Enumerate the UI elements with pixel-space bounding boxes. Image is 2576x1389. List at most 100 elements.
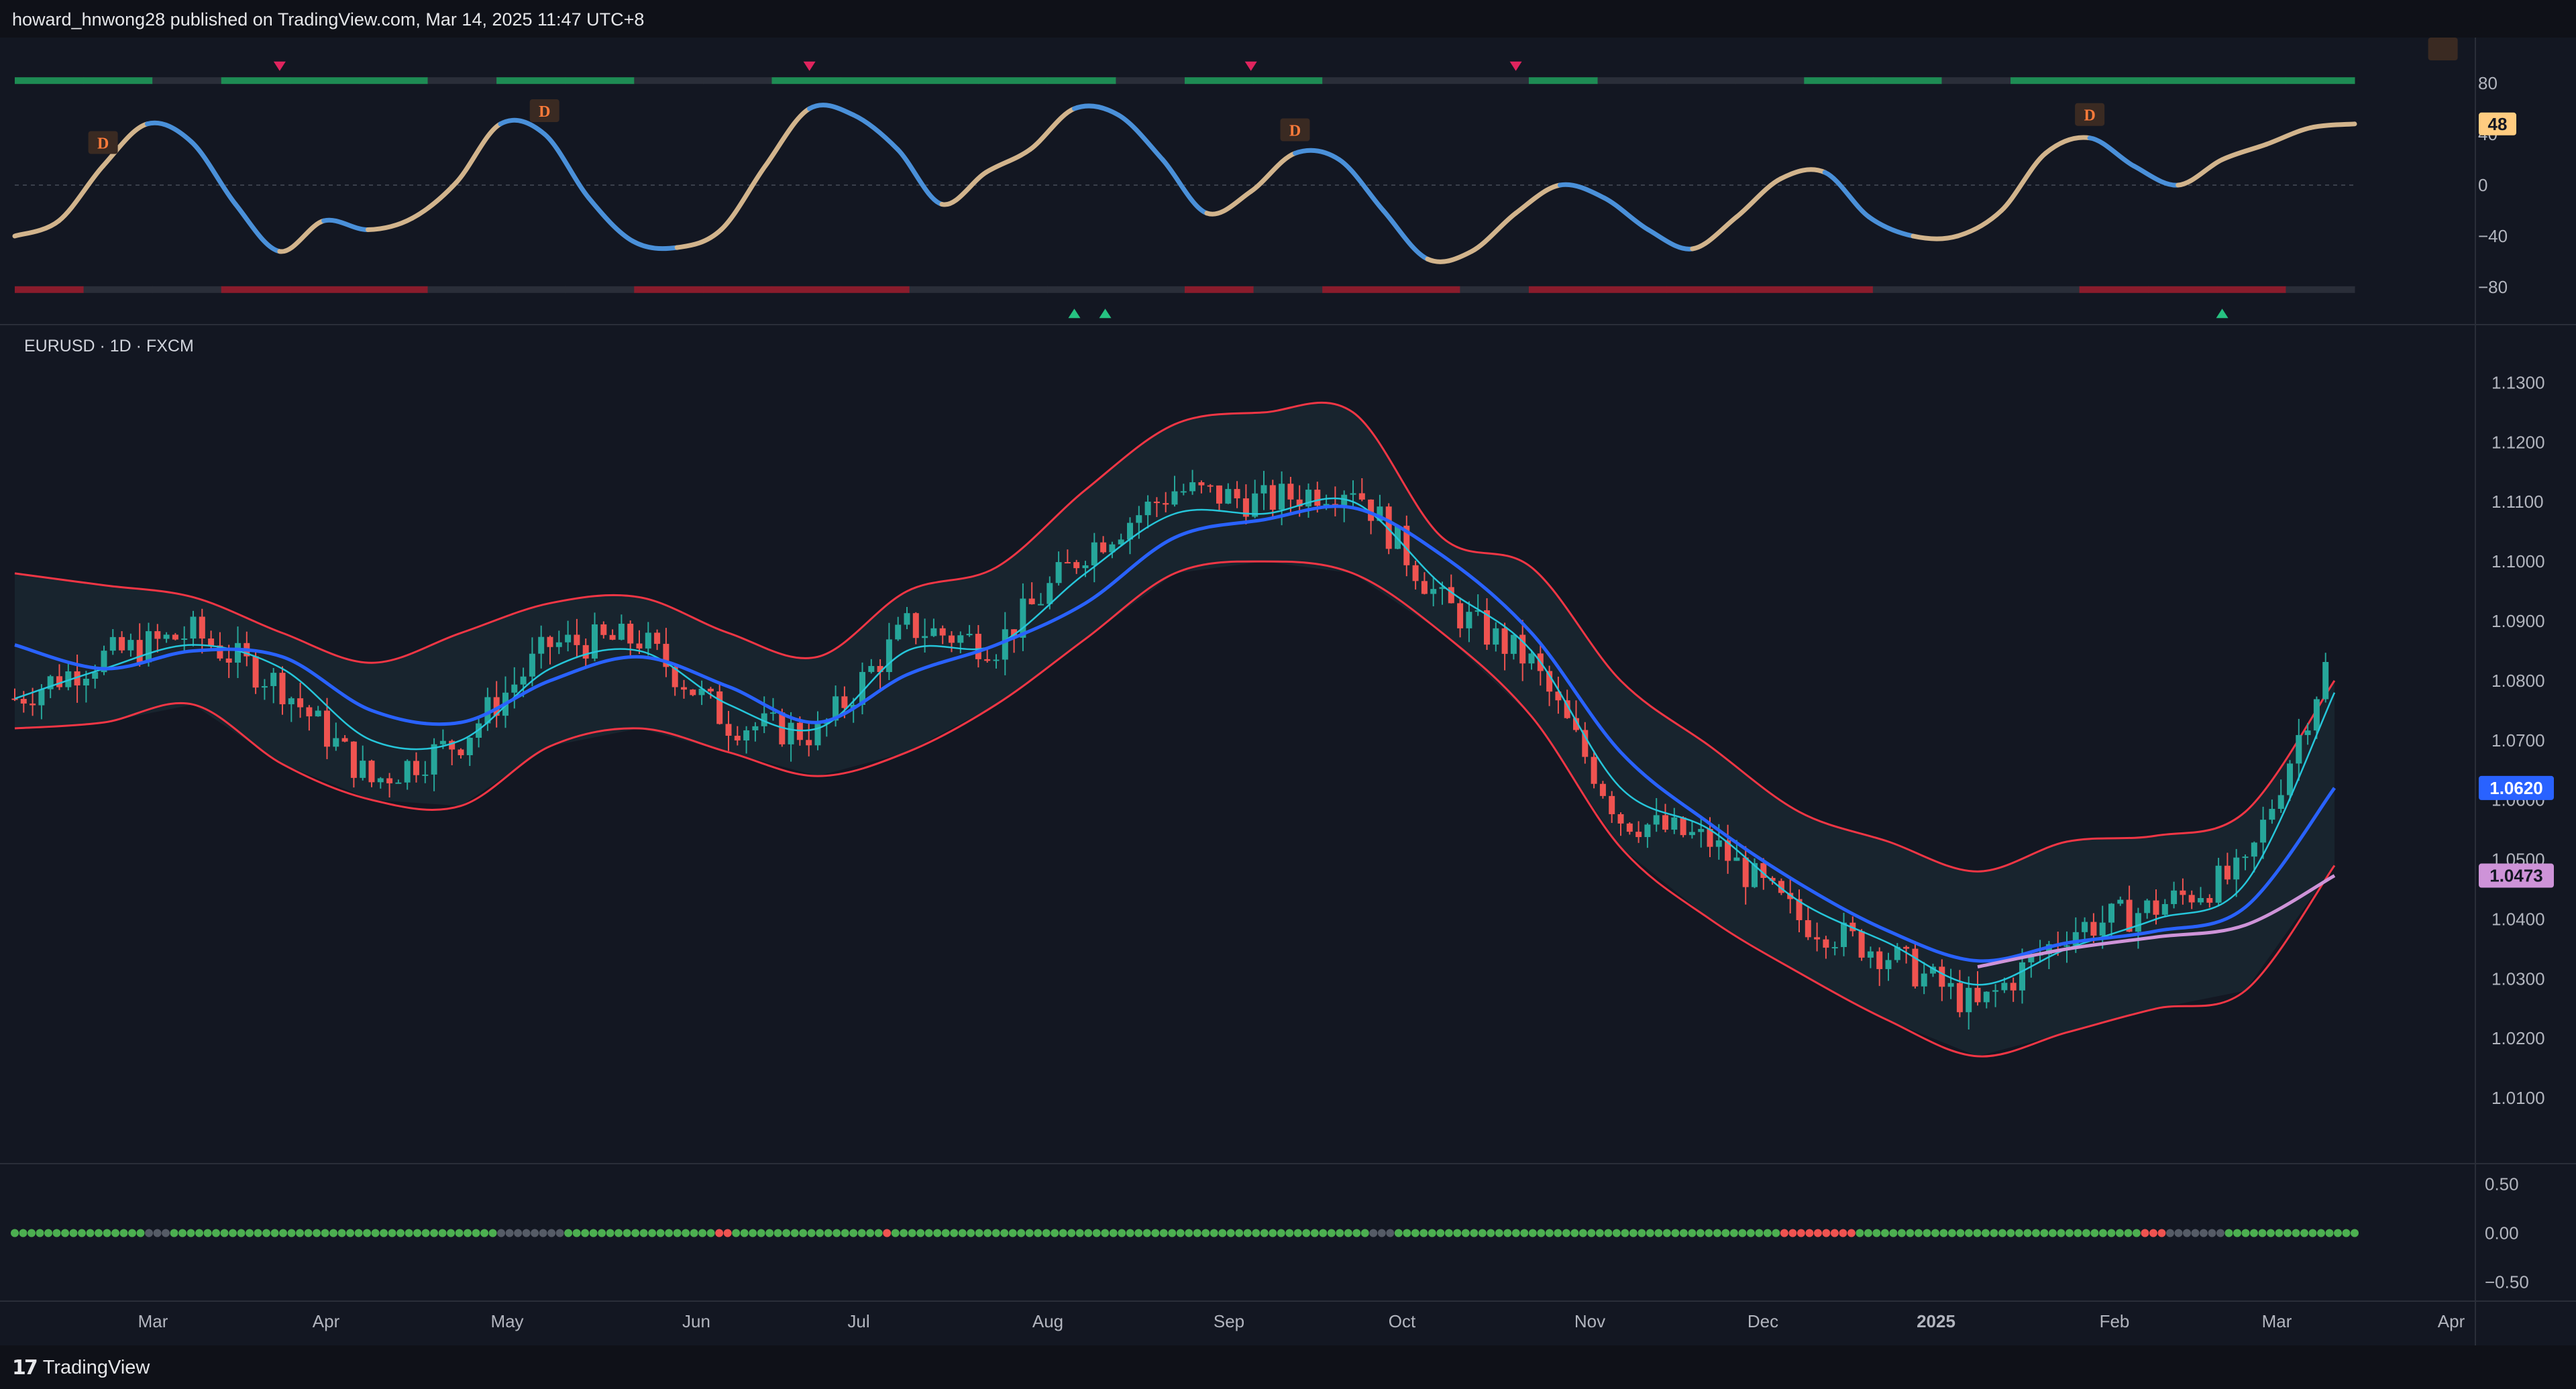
trend-dot — [304, 1229, 313, 1237]
candle-body — [582, 645, 589, 659]
trend-dot — [1075, 1229, 1084, 1237]
trend-dot — [1780, 1229, 1788, 1237]
trend-dot — [531, 1229, 539, 1237]
ob-zone-segment — [1253, 77, 1323, 85]
trend-dot — [950, 1229, 959, 1237]
trend-dot — [212, 1229, 221, 1237]
candle-body — [315, 710, 321, 717]
candle-body — [555, 642, 562, 647]
candle-body — [1064, 562, 1071, 564]
candle-body — [716, 691, 723, 724]
candle-body — [1814, 937, 1821, 940]
trend-dot — [1159, 1229, 1168, 1237]
oscillator-segment — [1160, 157, 1210, 216]
trend-dot — [740, 1229, 749, 1237]
candle-body — [30, 703, 36, 706]
trend-dot — [1310, 1229, 1319, 1237]
trend-dot — [1629, 1229, 1638, 1237]
trend-dot — [2216, 1229, 2224, 1237]
trend-dot — [1721, 1229, 1730, 1237]
candle-body — [1939, 966, 1945, 987]
trend-dot — [321, 1229, 329, 1237]
trend-dot — [1411, 1229, 1419, 1237]
candle-body — [1831, 947, 1838, 949]
trend-dot — [1487, 1229, 1495, 1237]
trend-dots-pane[interactable] — [11, 1229, 2359, 1237]
trend-dot — [1134, 1229, 1143, 1237]
trend-dot — [1990, 1229, 1998, 1237]
os-zone-segment — [152, 286, 222, 293]
oscillator-segment — [1116, 113, 1165, 162]
trend-dot — [262, 1229, 271, 1237]
candle-body — [2313, 699, 2320, 731]
oscillator-segment — [498, 117, 547, 137]
chart-canvas[interactable]: D D D D D EURUSD · 1D · FXCM Mar Apr May Jun Jul… — [0, 38, 2576, 1345]
candle-body — [2180, 890, 2186, 895]
price-pane[interactable]: EURUSD · 1D · FXCM — [11, 337, 2337, 1058]
candle-body — [1983, 991, 1990, 1003]
price-axis-tick: 1.1200 — [2491, 432, 2545, 452]
time-axis-tick: Jun — [682, 1311, 710, 1331]
tradingview-logo[interactable]: 𝟭𝟳 TradingView — [12, 1356, 150, 1380]
candle-body — [1742, 857, 1749, 887]
trend-dot — [178, 1229, 187, 1237]
os-zone-segment — [290, 286, 360, 293]
trend-dot — [497, 1229, 506, 1237]
trend-dot — [706, 1229, 715, 1237]
tradingview-brand-text: TradingView — [42, 1357, 150, 1378]
trend-dot — [2031, 1229, 2040, 1237]
candle-body — [1136, 515, 1142, 523]
candle-body — [270, 673, 277, 686]
trend-dot — [2082, 1229, 2090, 1237]
time-axis-tick: Nov — [1574, 1311, 1605, 1331]
time-axis-tick: Mar — [138, 1311, 168, 1331]
trend-dot — [1168, 1229, 1177, 1237]
candle-body — [1457, 603, 1464, 628]
trend-dot — [564, 1229, 573, 1237]
os-zone-segment — [634, 286, 704, 293]
trend-dot — [2266, 1229, 2275, 1237]
candle-body — [1688, 832, 1695, 836]
oscillator-segment — [1999, 151, 2048, 213]
time-axis[interactable]: Mar Apr May Jun Jul Aug Sep Oct Nov Dec 2025 Feb Mar… — [138, 1311, 2465, 1331]
oscillator-segment — [630, 239, 680, 252]
time-axis-tick: Dec — [1748, 1311, 1778, 1331]
ob-zone-segment — [1185, 77, 1254, 85]
trend-dot — [2275, 1229, 2284, 1237]
trend-dot — [346, 1229, 355, 1237]
candle-body — [609, 634, 616, 640]
candle-body — [1466, 612, 1472, 628]
trend-dot — [1101, 1229, 1110, 1237]
trend-dot — [153, 1229, 162, 1237]
candle-body — [1091, 542, 1097, 565]
trend-dot — [396, 1229, 405, 1237]
candle-body — [2322, 662, 2329, 700]
oscillator-pane[interactable]: D D D D D — [12, 38, 2458, 319]
trend-dot — [136, 1229, 145, 1237]
candle-body — [163, 634, 170, 639]
candle-body — [92, 672, 99, 679]
oscillator-segment — [895, 147, 945, 207]
trend-dot — [1796, 1229, 1805, 1237]
candle-body — [949, 635, 955, 643]
oscillator-segment — [718, 164, 768, 232]
os-zone-segment — [427, 286, 497, 293]
trend-dot — [405, 1229, 413, 1237]
candle-body — [1144, 501, 1151, 516]
ob-zone-segment — [2079, 77, 2149, 85]
candle-body — [885, 639, 892, 673]
time-axis-tick: Sep — [1214, 1311, 1244, 1331]
candle-body — [1617, 814, 1624, 824]
trend-dot — [883, 1229, 892, 1237]
os-zone-segment — [841, 286, 910, 293]
trend-dot — [1822, 1229, 1831, 1237]
os-zone-segment — [1735, 286, 1805, 293]
time-axis-tick: Feb — [2100, 1311, 2130, 1331]
price-axis-tick: 1.0800 — [2491, 671, 2545, 691]
candle-body — [324, 710, 330, 747]
candle-body — [1002, 629, 1008, 660]
trend-dot — [2132, 1229, 2141, 1237]
candle-body — [1680, 817, 1686, 836]
candle-body — [1609, 795, 1615, 814]
sell-signal-icon — [1509, 61, 1522, 71]
